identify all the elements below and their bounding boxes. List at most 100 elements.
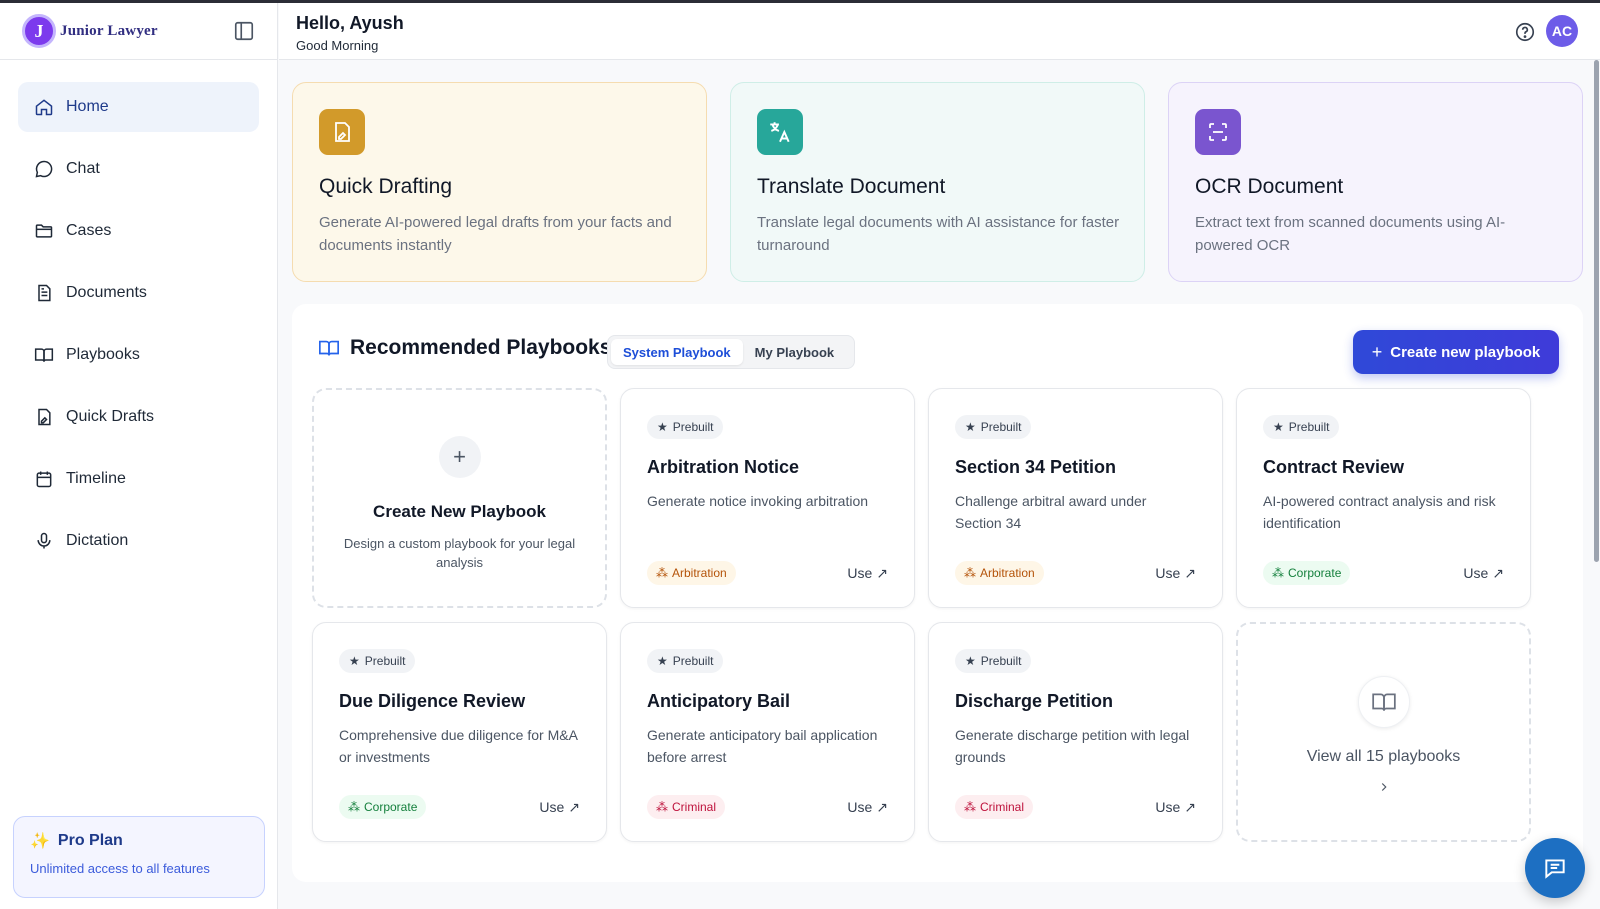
sidebar-toggle-icon[interactable] <box>231 18 257 44</box>
brand[interactable]: J Junior Lawyer <box>22 14 158 48</box>
scrollbar[interactable] <box>1594 60 1599 562</box>
playbook-tabs: System Playbook My Playbook <box>607 335 855 369</box>
sidebar-item-chat[interactable]: Chat <box>18 144 259 194</box>
greeting: Hello, Ayush Good Morning <box>296 13 404 53</box>
use-button[interactable]: Use ↗ <box>847 565 888 582</box>
folder-icon <box>35 224 53 238</box>
book-icon <box>34 348 54 362</box>
recommended-playbooks-panel: Recommended Playbooks System Playbook My… <box>292 304 1583 882</box>
playbook-card[interactable]: ★ Prebuilt Section 34 Petition Challenge … <box>928 388 1223 608</box>
feature-card-translate-document[interactable]: Translate Document Translate legal docum… <box>730 82 1145 282</box>
playbook-card[interactable]: ★ Prebuilt Arbitration Notice Generate no… <box>620 388 915 608</box>
sidebar-item-timeline[interactable]: Timeline <box>18 454 259 504</box>
use-button[interactable]: Use ↗ <box>1155 799 1196 816</box>
sidebar: J Junior Lawyer Home Chat Cases Document… <box>0 3 278 909</box>
use-button[interactable]: Use ↗ <box>539 799 580 816</box>
playbook-description: AI-powered contract analysis and risk id… <box>1263 493 1496 531</box>
badge-label: Prebuilt <box>980 420 1022 434</box>
sidebar-item-dictation[interactable]: Dictation <box>18 516 259 566</box>
scan-icon <box>1195 109 1241 155</box>
sidebar-item-home[interactable]: Home <box>18 82 259 132</box>
sidebar-nav: Home Chat Cases Documents Playbooks Quic… <box>0 60 277 566</box>
sidebar-item-cases[interactable]: Cases <box>18 206 259 256</box>
arrow-up-right-icon: ↗ <box>568 798 580 815</box>
playbook-card[interactable]: ★ Prebuilt Discharge Petition Generate di… <box>928 622 1223 842</box>
playbook-title: Section 34 Petition <box>955 457 1117 477</box>
star-icon: ★ <box>965 654 976 668</box>
sidebar-item-documents[interactable]: Documents <box>18 268 259 318</box>
feature-description: Extract text from scanned documents usin… <box>1195 214 1506 254</box>
star-icon: ★ <box>349 654 360 668</box>
use-label: Use <box>1155 799 1181 815</box>
playbook-title: Due Diligence Review <box>339 691 526 711</box>
playbook-card[interactable]: ★ Prebuilt Due Diligence Review Comprehen… <box>312 622 607 842</box>
chat-support-button[interactable] <box>1525 838 1585 898</box>
arrow-up-right-icon: ↗ <box>1184 564 1196 581</box>
arrow-up-right-icon: ↗ <box>876 798 888 815</box>
star-icon: ★ <box>657 420 668 434</box>
tag-label: Arbitration <box>980 566 1035 580</box>
tab-my-playbook[interactable]: My Playbook <box>743 339 846 365</box>
star-icon: ★ <box>1273 420 1284 434</box>
tag-label: Criminal <box>672 800 717 814</box>
top-header: Hello, Ayush Good Morning AC <box>279 3 1600 60</box>
create-card-title: Create New Playbook <box>373 502 546 521</box>
tag-icon: ⁂ <box>964 800 976 814</box>
use-button[interactable]: Use ↗ <box>1463 565 1504 582</box>
use-label: Use <box>539 799 565 815</box>
feature-title: Translate Document <box>757 175 946 198</box>
use-label: Use <box>1155 565 1181 581</box>
feature-title: Quick Drafting <box>319 175 453 198</box>
playbook-card[interactable]: ★ Prebuilt Anticipatory Bail Generate ant… <box>620 622 915 842</box>
create-button-label: Create new playbook <box>1390 343 1541 361</box>
view-all-label: View all 15 playbooks <box>1306 748 1461 765</box>
prebuilt-badge: ★ Prebuilt <box>1263 415 1340 439</box>
use-label: Use <box>847 799 873 815</box>
tag-label: Criminal <box>980 800 1025 814</box>
tag-label: Corporate <box>1288 566 1342 580</box>
category-tag: ⁂ Arbitration <box>955 561 1044 585</box>
view-all-content: View all 15 playbooks <box>1264 676 1503 799</box>
playbook-description: Comprehensive due diligence for M&A or i… <box>339 727 578 765</box>
playbook-footer: ⁂ Criminal Use ↗ <box>647 795 888 819</box>
feature-description: Translate legal documents with AI assist… <box>757 214 1120 254</box>
feature-card-ocr-document[interactable]: OCR Document Extract text from scanned d… <box>1168 82 1583 282</box>
brand-name: Junior Lawyer <box>60 22 158 39</box>
category-tag: ⁂ Corporate <box>339 795 427 819</box>
feature-card-quick-drafting[interactable]: Quick Drafting Generate AI-powered legal… <box>292 82 707 282</box>
sidebar-item-playbooks[interactable]: Playbooks <box>18 330 259 380</box>
category-tag: ⁂ Corporate <box>1263 561 1351 585</box>
arrow-up-right-icon: ↗ <box>876 564 888 581</box>
book-icon <box>319 340 339 356</box>
tag-icon: ⁂ <box>348 800 360 814</box>
plus-icon: + <box>438 436 481 478</box>
use-button[interactable]: Use ↗ <box>1155 565 1196 582</box>
playbook-title: Contract Review <box>1263 457 1405 477</box>
panel-title: Recommended Playbooks <box>350 336 612 359</box>
tab-system-playbook[interactable]: System Playbook <box>611 339 743 365</box>
panel-heading: Recommended Playbooks <box>318 336 611 360</box>
help-icon[interactable] <box>1514 21 1536 48</box>
document-icon <box>38 284 51 302</box>
tag-icon: ⁂ <box>1272 566 1284 580</box>
create-playbook-card[interactable]: + Create New Playbook Design a custom pl… <box>312 388 607 608</box>
pro-plan-card[interactable]: ✨ Pro Plan Unlimited access to all featu… <box>13 816 265 898</box>
playbook-description: Generate anticipatory bail application b… <box>647 727 878 765</box>
sidebar-item-label: Dictation <box>66 532 129 549</box>
playbook-description: Generate discharge petition with legal g… <box>955 727 1190 765</box>
playbook-title: Arbitration Notice <box>647 457 800 477</box>
playbook-title: Anticipatory Bail <box>647 691 791 711</box>
sidebar-item-label: Playbooks <box>66 346 140 363</box>
view-all-playbooks-card[interactable]: View all 15 playbooks <box>1236 622 1531 842</box>
pro-plan-title: Pro Plan <box>57 832 123 849</box>
use-label: Use <box>1463 565 1489 581</box>
create-new-playbook-button[interactable]: + Create new playbook <box>1353 330 1559 374</box>
badge-label: Prebuilt <box>364 654 406 668</box>
playbook-card[interactable]: ★ Prebuilt Contract Review AI-powered con… <box>1236 388 1531 608</box>
greeting-title: Hello, Ayush <box>296 13 404 33</box>
playbook-title: Discharge Petition <box>955 691 1114 711</box>
avatar[interactable]: AC <box>1546 15 1578 47</box>
use-button[interactable]: Use ↗ <box>847 799 888 816</box>
badge-label: Prebuilt <box>980 654 1022 668</box>
sidebar-item-quick-drafts[interactable]: Quick Drafts <box>18 392 259 442</box>
